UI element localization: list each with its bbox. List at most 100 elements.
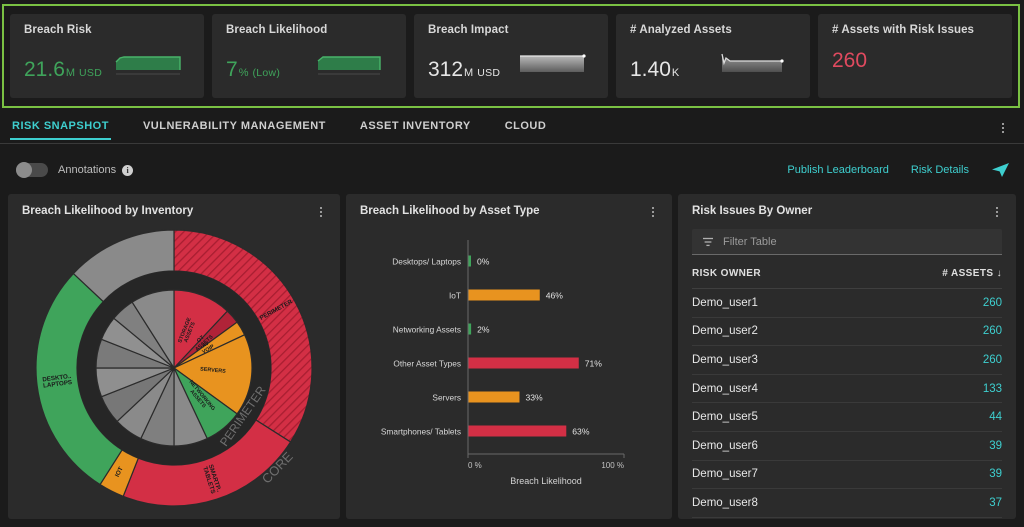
tab-cloud[interactable]: CLOUD xyxy=(503,120,549,139)
cell-risk-owner: Demo_user3 xyxy=(692,353,758,366)
table-row[interactable]: Demo_user2 260 xyxy=(692,318,1002,347)
cell-assets: 133 xyxy=(982,382,1002,395)
x-tick-label: 100 % xyxy=(601,461,624,470)
kpi-value-suffix: USD xyxy=(79,67,103,79)
sort-descending-icon: ↓ xyxy=(996,268,1002,279)
filter-table-input[interactable]: Filter Table xyxy=(692,229,1002,255)
bar[interactable] xyxy=(468,391,520,403)
bar[interactable] xyxy=(468,357,579,369)
bar-value-label: 2% xyxy=(477,325,490,335)
filter-table-placeholder: Filter Table xyxy=(723,235,777,248)
kpi-card-breach-likelihood[interactable]: Breach Likelihood 7% (Low) xyxy=(212,14,406,98)
publish-leaderboard-link[interactable]: Publish Leaderboard xyxy=(787,164,889,176)
panel-risk-issues-by-owner: Risk Issues By Owner Filter Table RISK O… xyxy=(678,194,1016,519)
tab-vulnerability-management[interactable]: VULNERABILITY MANAGEMENT xyxy=(141,120,328,139)
cell-risk-owner: Demo_user5 xyxy=(692,411,758,424)
tab-risk-snapshot[interactable]: RISK SNAPSHOT xyxy=(10,120,111,140)
annotations-label: Annotations xyxy=(58,164,117,176)
cell-assets: 39 xyxy=(989,439,1002,452)
table-row[interactable]: Demo_user5 44 xyxy=(692,403,1002,432)
column-header-assets-label: # ASSETS xyxy=(942,268,994,279)
cell-risk-owner: Demo_user4 xyxy=(692,382,758,395)
panel-menu-icon[interactable] xyxy=(646,205,660,217)
panel-menu-icon[interactable] xyxy=(990,205,1004,217)
annotations-toggle[interactable] xyxy=(16,162,48,178)
kpi-title: Breach Impact xyxy=(428,24,509,36)
panel-menu-icon[interactable] xyxy=(314,205,328,217)
table-row[interactable]: Demo_user3 260 xyxy=(692,346,1002,375)
risk-details-link[interactable]: Risk Details xyxy=(911,164,969,176)
bar-value-label: 0% xyxy=(477,257,490,267)
table-row[interactable]: Demo_user4 133 xyxy=(692,375,1002,404)
kpi-value-unit: K xyxy=(671,67,680,79)
panel-breach-likelihood-by-asset-type: Breach Likelihood by Asset Type Desktops… xyxy=(346,194,672,519)
bar-value-label: 46% xyxy=(546,291,564,301)
kpi-value: 7% (Low) xyxy=(226,59,280,80)
kpi-value: 21.6M USD xyxy=(24,59,102,80)
kpi-title: # Analyzed Assets xyxy=(630,24,732,36)
tab-bar-overflow-menu-icon[interactable] xyxy=(996,121,1010,139)
cell-assets: 44 xyxy=(989,411,1002,424)
bar-chart-svg: Desktops/ Laptops 0% IoT 46% Networking Asse… xyxy=(381,240,625,486)
table-row[interactable]: Demo_user1 260 xyxy=(692,289,1002,318)
donut-chart: PERIMETER SMARTP..TABLETS IOT DESKTO..LAPTO… xyxy=(8,220,340,515)
bar-category-label: Networking Assets xyxy=(393,325,461,335)
sparkline-green-flat xyxy=(317,56,381,75)
x-axis-label: Breach Likelihood xyxy=(510,476,582,486)
column-header-assets[interactable]: # ASSETS ↓ xyxy=(942,268,1002,279)
kpi-value-unit: M xyxy=(464,67,474,79)
kpi-value-number: 21.6 xyxy=(24,58,65,81)
sparkline-gray-spike xyxy=(721,53,784,72)
panel-title: Breach Likelihood by Asset Type xyxy=(360,205,540,217)
kpi-value-unit: M xyxy=(65,67,76,79)
bar[interactable] xyxy=(468,425,567,437)
kpi-value: 312M USD xyxy=(428,59,500,80)
kpi-card-breach-impact[interactable]: Breach Impact 312M USD xyxy=(414,14,608,98)
info-icon[interactable]: i xyxy=(122,164,134,176)
bar[interactable] xyxy=(468,289,540,301)
bar-value-label: 33% xyxy=(525,393,543,403)
x-tick-label: 0 % xyxy=(468,461,482,470)
kpi-value-number: 260 xyxy=(832,49,868,72)
panel-title: Risk Issues By Owner xyxy=(692,205,813,217)
bar-category-label: Smartphones/ Tablets xyxy=(381,427,461,437)
kpi-value: 1.40K xyxy=(630,59,683,80)
bar-value-label: 71% xyxy=(585,359,603,369)
annotations-toggle-group[interactable]: Annotations i xyxy=(16,162,134,178)
kpi-card-assets-with-risk-issues[interactable]: # Assets with Risk Issues 260 xyxy=(818,14,1012,98)
panel-breach-likelihood-by-inventory: Breach Likelihood by Inventory PERIMETER… xyxy=(8,194,340,519)
cell-assets: 39 xyxy=(989,468,1002,481)
kpi-title: # Assets with Risk Issues xyxy=(832,24,975,36)
risk-owner-table: RISK OWNER # ASSETS ↓ Demo_user1 260 Demo_… xyxy=(692,268,1002,518)
kpi-card-breach-risk[interactable]: Breach Risk 21.6M USD xyxy=(10,14,204,98)
column-header-risk-owner[interactable]: RISK OWNER xyxy=(692,268,761,279)
panel-title: Breach Likelihood by Inventory xyxy=(22,205,194,217)
bar-category-label: IoT xyxy=(449,291,461,301)
kpi-value-number: 1.40 xyxy=(630,58,671,81)
tab-bar: RISK SNAPSHOT VULNERABILITY MANAGEMENT A… xyxy=(0,116,1024,144)
cell-risk-owner: Demo_user7 xyxy=(692,468,758,481)
cell-risk-owner: Demo_user1 xyxy=(692,296,758,309)
send-icon[interactable] xyxy=(991,162,1010,178)
donut-chart-svg: PERIMETERSMARTP..TABLETSIOTDESKTO..LAPTO… xyxy=(35,229,313,507)
table-row[interactable]: Demo_user7 39 xyxy=(692,461,1002,490)
cell-assets: 260 xyxy=(982,353,1002,366)
kpi-title: Breach Likelihood xyxy=(226,24,328,36)
sparkline-gray-flat xyxy=(520,54,586,72)
tab-asset-inventory[interactable]: ASSET INVENTORY xyxy=(358,120,473,139)
kpi-row: Breach Risk 21.6M USD Breach Likelihood 7… xyxy=(2,4,1020,108)
table-header-row: RISK OWNER # ASSETS ↓ xyxy=(692,268,1002,289)
kpi-title: Breach Risk xyxy=(24,24,92,36)
cell-risk-owner: Demo_user2 xyxy=(692,325,758,338)
kpi-card-analyzed-assets[interactable]: # Analyzed Assets 1.40K xyxy=(616,14,810,98)
kpi-value-number: 7 xyxy=(226,58,238,81)
table-row[interactable]: Demo_user8 37 xyxy=(692,489,1002,518)
bar-category-label: Other Asset Types xyxy=(393,359,461,369)
table-row[interactable]: Demo_user6 39 xyxy=(692,432,1002,461)
cell-risk-owner: Demo_user8 xyxy=(692,496,758,509)
bar-value-label: 63% xyxy=(572,427,590,437)
cell-assets: 260 xyxy=(982,325,1002,338)
kpi-value-suffix: USD xyxy=(477,67,501,79)
bar-category-label: Servers xyxy=(432,393,461,403)
kpi-value-suffix: (Low) xyxy=(252,67,281,79)
